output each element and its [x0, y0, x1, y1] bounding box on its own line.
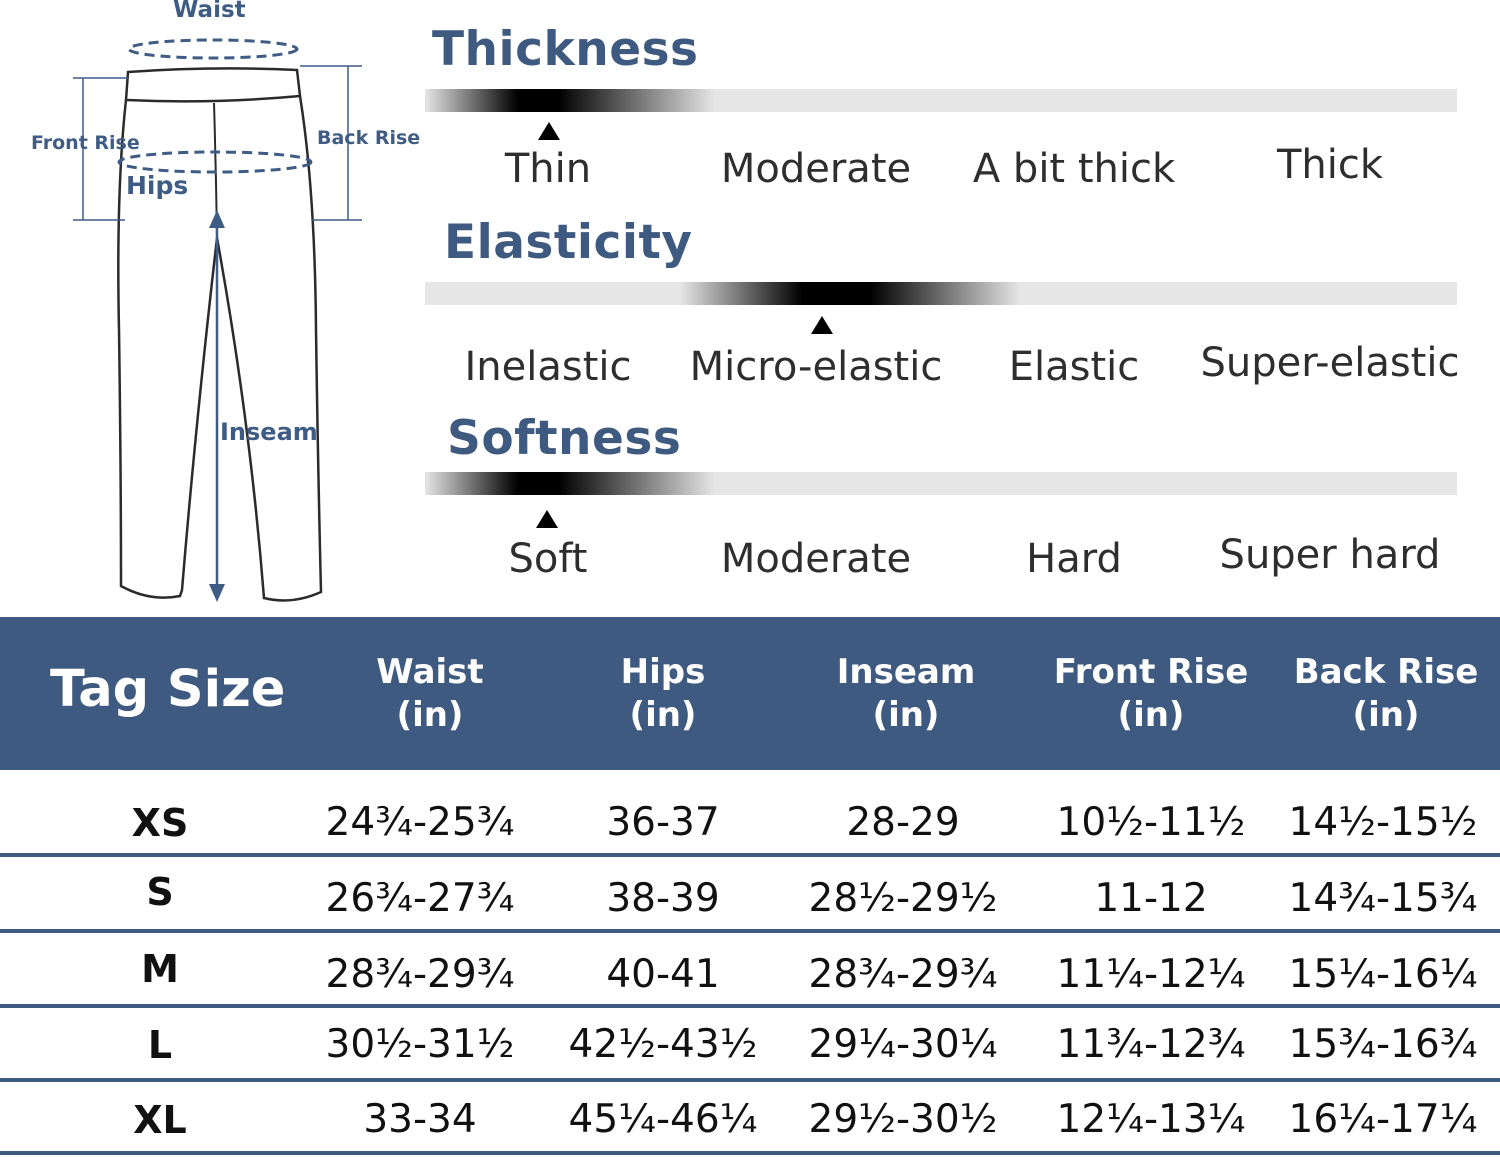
inseam-cell: 28-29: [846, 800, 960, 845]
column-header-hips: Hips (in): [563, 651, 763, 737]
selected-marker-icon: [538, 122, 560, 140]
column-header-waist: Waist (in): [330, 651, 530, 737]
front-rise-cell: 11¼-12¼: [1056, 952, 1246, 997]
scale-title: Elasticity: [444, 215, 693, 270]
hips-cell: 45¼-46¼: [568, 1097, 758, 1142]
scale-option: Inelastic: [464, 344, 632, 390]
inseam-cell: 29½-30½: [808, 1097, 998, 1142]
back-rise-cell: 14¾-15¾: [1288, 876, 1478, 921]
hips-cell: 36-37: [606, 800, 720, 845]
tag-size-cell: XL: [133, 1098, 187, 1142]
scale-gradient: [425, 89, 715, 112]
back-rise-cell: 15¼-16¼: [1288, 952, 1478, 997]
pants-measurement-diagram: Waist Front Rise Back Rise Hips Inseam: [0, 0, 420, 615]
waist-cell: 30½-31½: [325, 1022, 515, 1067]
table-row: M 28¾-29¾ 40-41 28¾-29¾ 11¼-12¼ 15¼-16¼: [0, 935, 1500, 1009]
tag-size-cell: L: [147, 1023, 173, 1067]
scale-option: Moderate: [720, 536, 912, 582]
scale-bar: [425, 282, 1457, 305]
column-header-unit: (in): [629, 695, 697, 735]
hips-label: Hips: [126, 171, 189, 200]
inseam-label: Inseam: [220, 418, 318, 446]
scale-gradient: [425, 472, 715, 495]
row-divider: [0, 1078, 1500, 1082]
hips-cell: 38-39: [606, 876, 720, 921]
column-header-name: Front Rise: [1053, 652, 1249, 692]
column-header-unit: (in): [396, 695, 464, 735]
scale-gradient: [680, 282, 1020, 305]
scale-bar: [425, 89, 1457, 112]
waist-cell: 26¾-27¾: [325, 876, 515, 921]
back-rise-cell: 16¼-17¼: [1288, 1097, 1478, 1142]
front-rise-cell: 11¾-12¾: [1056, 1022, 1246, 1067]
waist-cell: 33-34: [363, 1097, 477, 1142]
tag-size-header: Tag Size: [50, 660, 286, 719]
tag-size-cell: XS: [131, 801, 189, 845]
scale-option: Moderate: [720, 146, 912, 192]
front-rise-cell: 11-12: [1094, 876, 1208, 921]
inseam-cell: 28¾-29¾: [808, 952, 998, 997]
table-row: L 30½-31½ 42½-43½ 29¼-30¼ 11¾-12¾ 15¾-16…: [0, 1008, 1500, 1082]
column-header-unit: (in): [1352, 695, 1420, 735]
hips-cell: 42½-43½: [568, 1022, 758, 1067]
row-divider: [0, 1151, 1500, 1155]
scale-option: Thick: [1276, 142, 1384, 188]
selected-marker-icon: [536, 510, 558, 528]
scale-title: Thickness: [432, 22, 699, 77]
column-header-unit: (in): [872, 695, 940, 735]
inseam-cell: 28½-29½: [808, 876, 998, 921]
column-header-unit: (in): [1117, 695, 1185, 735]
front-rise-label: Front Rise: [31, 132, 140, 154]
table-row: XS 24¾-25¾ 36-37 28-29 10½-11½ 14½-15½: [0, 786, 1500, 860]
tag-size-cell: S: [146, 870, 174, 914]
scale-bar: [425, 472, 1457, 495]
scale-option: A bit thick: [972, 146, 1176, 192]
scale-option: Elastic: [1008, 344, 1140, 390]
column-header-front-rise: Front Rise (in): [1041, 651, 1261, 737]
scale-option: Thin: [504, 146, 592, 192]
scale-option: Super-elastic: [1200, 340, 1460, 386]
scale-option: Hard: [1026, 536, 1122, 582]
back-rise-cell: 14½-15½: [1288, 800, 1478, 845]
scale-option: Super hard: [1219, 532, 1441, 578]
back-rise-label: Back Rise: [317, 127, 421, 149]
selected-marker-icon: [811, 316, 833, 334]
table-row: XL 33-34 45¼-46¼ 29½-30½ 12¼-13¼ 16¼-17¼: [0, 1083, 1500, 1157]
waist-cell: 28¾-29¾: [325, 952, 515, 997]
inseam-cell: 29¼-30¼: [808, 1022, 998, 1067]
column-header-inseam: Inseam (in): [806, 651, 1006, 737]
column-header-back-rise: Back Rise (in): [1276, 651, 1496, 737]
column-header-name: Waist: [376, 652, 484, 692]
table-row: S 26¾-27¾ 38-39 28½-29½ 11-12 14¾-15¾: [0, 859, 1500, 933]
scale-title: Softness: [447, 411, 682, 466]
front-rise-cell: 10½-11½: [1056, 800, 1246, 845]
hips-cell: 40-41: [606, 952, 720, 997]
waist-label: Waist: [173, 0, 246, 23]
front-rise-cell: 12¼-13¼: [1056, 1097, 1246, 1142]
column-header-name: Hips: [620, 652, 706, 692]
column-header-name: Back Rise: [1293, 652, 1479, 692]
column-header-name: Inseam: [836, 652, 976, 692]
scale-option: Micro-elastic: [689, 344, 943, 390]
pants-outline-icon: [73, 38, 362, 602]
waist-cell: 24¾-25¾: [325, 800, 515, 845]
back-rise-cell: 15¾-16¾: [1288, 1022, 1478, 1067]
scale-option: Soft: [508, 536, 588, 582]
tag-size-cell: M: [141, 947, 179, 991]
